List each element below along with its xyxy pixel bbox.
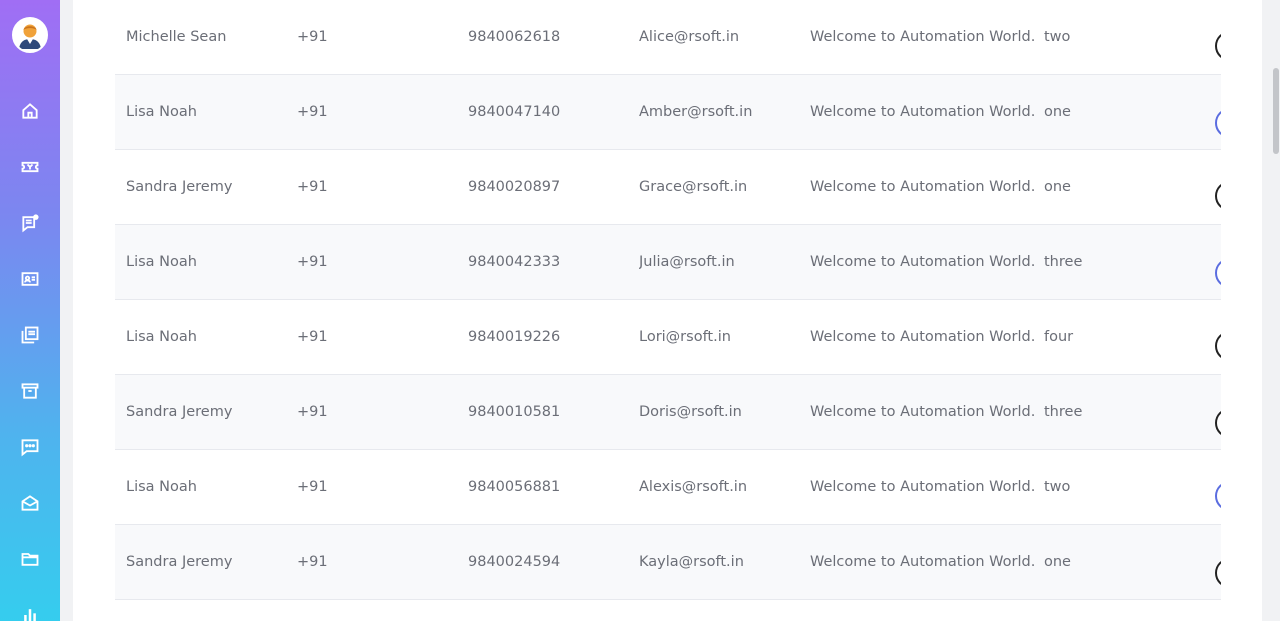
user-avatar[interactable]: [12, 17, 48, 53]
cell-email: Kayla@rsoft.in: [639, 554, 744, 570]
page-scrollbar[interactable]: [1273, 68, 1279, 154]
cell-phone: 9840062618: [468, 29, 561, 45]
table-row[interactable]: Lisa Noah +91 9840056881 Alexis@rsoft.in Wel…: [115, 450, 1245, 525]
nav-pdf[interactable]: [18, 323, 42, 347]
table-row[interactable]: Lisa Noah +91 9840047140 Amber@rsoft.in Welc…: [115, 75, 1245, 150]
cell-email: Julia@rsoft.in: [639, 254, 735, 270]
cell-country-code: +91: [297, 254, 328, 270]
cell-phone: 9840019226: [468, 329, 561, 345]
mail-open-icon: [21, 495, 39, 511]
cell-count: one: [1044, 179, 1071, 195]
table-row[interactable]: Lisa Noah +91 9840042333 Julia@rsoft.in Welc…: [115, 225, 1245, 300]
cell-count: one: [1044, 104, 1071, 120]
table-row[interactable]: Sandra Jeremy +91 9840024594 Kayla@rsoft.in…: [115, 525, 1245, 600]
cell-country-code: +91: [297, 329, 328, 345]
nav-archive[interactable]: [18, 379, 42, 403]
cell-phone: 9840020897: [468, 179, 561, 195]
cell-message: Welcome to Automation World...!: [810, 254, 1035, 270]
chat-list-icon: [22, 214, 39, 233]
cell-message: Welcome to Automation World...!: [810, 554, 1035, 570]
cell-name: Sandra Jeremy: [126, 554, 233, 570]
cell-email: Lori@rsoft.in: [639, 329, 731, 345]
table-right-clip: [1221, 0, 1262, 621]
cell-count: four: [1044, 329, 1074, 345]
avatar-icon: [14, 19, 46, 51]
cell-phone: 9840042333: [468, 254, 561, 270]
cell-email: Amber@rsoft.in: [639, 104, 753, 120]
contact-card-icon: [21, 272, 39, 286]
cell-name: Lisa Noah: [126, 329, 197, 345]
cell-phone: 9840047140: [468, 104, 561, 120]
nav-tickets[interactable]: [18, 155, 42, 179]
cell-message: Welcome to Automation World...!: [810, 29, 1035, 45]
cell-count: two: [1044, 29, 1071, 45]
pdf-gallery-icon: [21, 326, 39, 344]
nav-chat-list[interactable]: [18, 211, 42, 235]
cell-name: Lisa Noah: [126, 479, 197, 495]
cell-email: Alice@rsoft.in: [639, 29, 740, 45]
cell-count: one: [1044, 554, 1071, 570]
nav-messages[interactable]: [18, 435, 42, 459]
cell-email: Alexis@rsoft.in: [639, 479, 748, 495]
table-row[interactable]: Lisa Noah +91 9840019226 Lori@rsoft.in Welco…: [115, 300, 1245, 375]
cell-count: three: [1044, 404, 1083, 420]
archive-icon: [21, 383, 39, 399]
sidebar: [0, 0, 60, 621]
cell-name: Lisa Noah: [126, 104, 197, 120]
cell-country-code: +91: [297, 29, 328, 45]
nav-folder[interactable]: [18, 547, 42, 571]
table-row[interactable]: Michelle Sean +91 9840062618 Alice@rsoft.in…: [115, 0, 1245, 75]
folder-icon: [21, 553, 39, 566]
cell-message: Welcome to Automation World...!: [810, 179, 1035, 195]
cell-name: Sandra Jeremy: [126, 404, 233, 420]
cell-phone: 9840024594: [468, 554, 561, 570]
table-row[interactable]: Sandra Jeremy +91 9840020897 Grace@rsoft.in…: [115, 150, 1245, 225]
cell-email: Grace@rsoft.in: [639, 179, 748, 195]
cell-name: Sandra Jeremy: [126, 179, 233, 195]
chart-icon: [24, 609, 36, 621]
cell-message: Welcome to Automation World...!: [810, 479, 1035, 495]
cell-country-code: +91: [297, 554, 328, 570]
cell-count: two: [1044, 479, 1071, 495]
ticket-icon: [21, 161, 39, 173]
home-icon: [22, 103, 38, 119]
cell-message: Welcome to Automation World...!: [810, 329, 1035, 345]
nav-mail[interactable]: [18, 491, 42, 515]
cell-name: Michelle Sean: [126, 29, 227, 45]
cell-country-code: +91: [297, 479, 328, 495]
cell-email: Doris@rsoft.in: [639, 404, 742, 420]
message-icon: [21, 439, 39, 457]
cell-country-code: +91: [297, 404, 328, 420]
cell-phone: 9840056881: [468, 479, 561, 495]
cell-message: Welcome to Automation World...!: [810, 104, 1035, 120]
cell-phone: 9840010581: [468, 404, 561, 420]
cell-count: three: [1044, 254, 1083, 270]
nav-reports[interactable]: [18, 603, 42, 621]
cell-message: Welcome to Automation World...!: [810, 404, 1035, 420]
cell-name: Lisa Noah: [126, 254, 197, 270]
nav-contacts[interactable]: [18, 267, 42, 291]
nav-home[interactable]: [18, 99, 42, 123]
cell-country-code: +91: [297, 104, 328, 120]
cell-country-code: +91: [297, 179, 328, 195]
table-row[interactable]: Sandra Jeremy +91 9840010581 Doris@rsoft.in…: [115, 375, 1245, 450]
